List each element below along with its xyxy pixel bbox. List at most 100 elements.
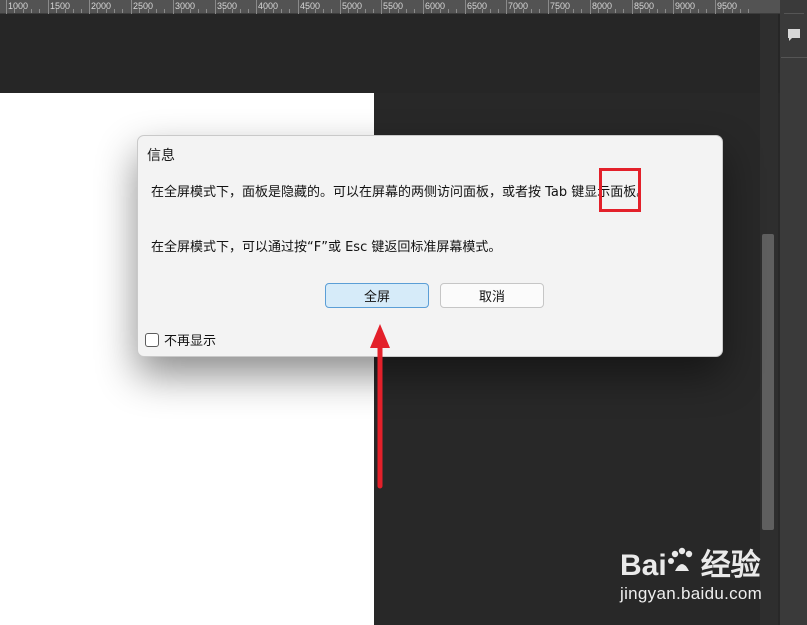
ruler-minor-tick [139, 9, 140, 13]
baidu-jingyan-watermark: Bai 经验 jingyan.baidu.com [618, 540, 778, 610]
ruler-minor-tick [264, 9, 265, 13]
paw-icon [667, 547, 701, 583]
ruler-minor-tick [681, 9, 682, 13]
ruler-major-tick [131, 0, 132, 14]
ruler-label: 1500 [50, 1, 71, 11]
ruler-minor-tick [456, 9, 457, 13]
ruler-minor-tick [607, 9, 608, 13]
ruler-label: 3500 [217, 1, 238, 11]
dont-show-again-checkbox[interactable] [145, 332, 159, 347]
dont-show-again-row[interactable]: 不再显示 [145, 330, 216, 349]
dialog-message-escape: 在全屏模式下，可以通过按“F”或 Esc 键返回标准屏幕模式。 [151, 240, 502, 255]
ruler-minor-tick [14, 9, 15, 13]
ruler-minor-tick [206, 9, 207, 13]
ruler-minor-tick [398, 9, 399, 13]
panel-divider [781, 57, 807, 58]
ruler-minor-tick [615, 9, 616, 13]
ruler-minor-tick [640, 9, 641, 13]
ruler-minor-tick [523, 9, 524, 13]
ruler-major-tick [48, 0, 49, 14]
ruler-minor-tick [39, 9, 40, 13]
ruler-minor-tick [732, 9, 733, 13]
ruler-minor-tick [406, 9, 407, 13]
right-panel-strip [780, 0, 807, 625]
ruler-minor-tick [65, 9, 66, 13]
ruler-minor-tick [323, 9, 324, 13]
ruler-minor-tick [565, 9, 566, 13]
horizontal-ruler: 1000 1500 2000 2500 3000 3500 4000 4500 5000 5500… [0, 0, 780, 14]
ruler-minor-tick [581, 9, 582, 13]
ruler-minor-tick [690, 9, 691, 13]
ruler-minor-tick [122, 9, 123, 13]
ruler-minor-tick [665, 9, 666, 13]
ruler-minor-tick [649, 9, 650, 13]
ruler-minor-tick [431, 9, 432, 13]
ruler-minor-tick [156, 9, 157, 13]
ruler-minor-tick [473, 9, 474, 13]
ruler-minor-tick [240, 9, 241, 13]
workspace-top-area [0, 14, 780, 93]
ruler-major-tick [298, 0, 299, 14]
ruler-minor-tick [148, 9, 149, 13]
panel-collapse-handle[interactable] [784, 0, 804, 14]
ruler-minor-tick [414, 9, 415, 13]
ruler-minor-tick [56, 9, 57, 13]
ruler-minor-tick [389, 9, 390, 13]
ruler-minor-tick [248, 9, 249, 13]
dialog-title: 信息 [147, 148, 175, 164]
ruler-minor-tick [190, 9, 191, 13]
ruler-minor-tick [273, 9, 274, 13]
ruler-minor-tick [498, 9, 499, 13]
ruler-minor-tick [748, 9, 749, 13]
ruler-minor-tick [198, 9, 199, 13]
ruler-major-tick [465, 0, 466, 14]
ruler-minor-tick [223, 9, 224, 13]
dont-show-again-label[interactable]: 不再显示 [164, 330, 216, 349]
ruler-minor-tick [539, 9, 540, 13]
ruler-label: 8000 [592, 1, 613, 11]
ruler-minor-tick [81, 9, 82, 13]
ruler-minor-tick [164, 9, 165, 13]
ruler-minor-tick [97, 9, 98, 13]
ruler-major-tick [506, 0, 507, 14]
ruler-minor-tick [306, 9, 307, 13]
scrollbar-thumb[interactable] [762, 234, 774, 530]
ruler-major-tick [6, 0, 7, 14]
ruler-label: 2500 [133, 1, 154, 11]
ruler-label: 9000 [675, 1, 696, 11]
ruler-major-tick [423, 0, 424, 14]
cancel-button[interactable]: 取消 [440, 283, 544, 308]
ruler-major-tick [89, 0, 90, 14]
ruler-minor-tick [357, 9, 358, 13]
ruler-minor-tick [232, 9, 233, 13]
ruler-minor-tick [73, 9, 74, 13]
ruler-minor-tick [698, 9, 699, 13]
ruler-major-tick [715, 0, 716, 14]
ruler-minor-tick [531, 9, 532, 13]
arrow-up-icon [370, 324, 390, 489]
ruler-label: 5500 [383, 1, 404, 11]
comment-icon[interactable] [783, 24, 805, 46]
ruler-label: 4000 [258, 1, 279, 11]
ruler-minor-tick [289, 9, 290, 13]
ruler-minor-tick [348, 9, 349, 13]
ruler-label: 8500 [634, 1, 655, 11]
ruler-minor-tick [373, 9, 374, 13]
ruler-label: 2000 [91, 1, 112, 11]
ruler-minor-tick [315, 9, 316, 13]
ruler-minor-tick [106, 9, 107, 13]
watermark-url: jingyan.baidu.com [620, 584, 763, 603]
ruler-label: 6000 [425, 1, 446, 11]
ruler-label: 5000 [342, 1, 363, 11]
fullscreen-button[interactable]: 全屏 [325, 283, 429, 308]
ruler-label: 9500 [717, 1, 738, 11]
ruler-minor-tick [281, 9, 282, 13]
baidu-logo: Bai 经验 [620, 547, 761, 583]
ruler-minor-tick [23, 9, 24, 13]
ruler-major-tick [215, 0, 216, 14]
ruler-minor-tick [573, 9, 574, 13]
ruler-label: 1000 [8, 1, 29, 11]
ruler-label: 4500 [300, 1, 321, 11]
ruler-minor-tick [331, 9, 332, 13]
ruler-major-tick [256, 0, 257, 14]
